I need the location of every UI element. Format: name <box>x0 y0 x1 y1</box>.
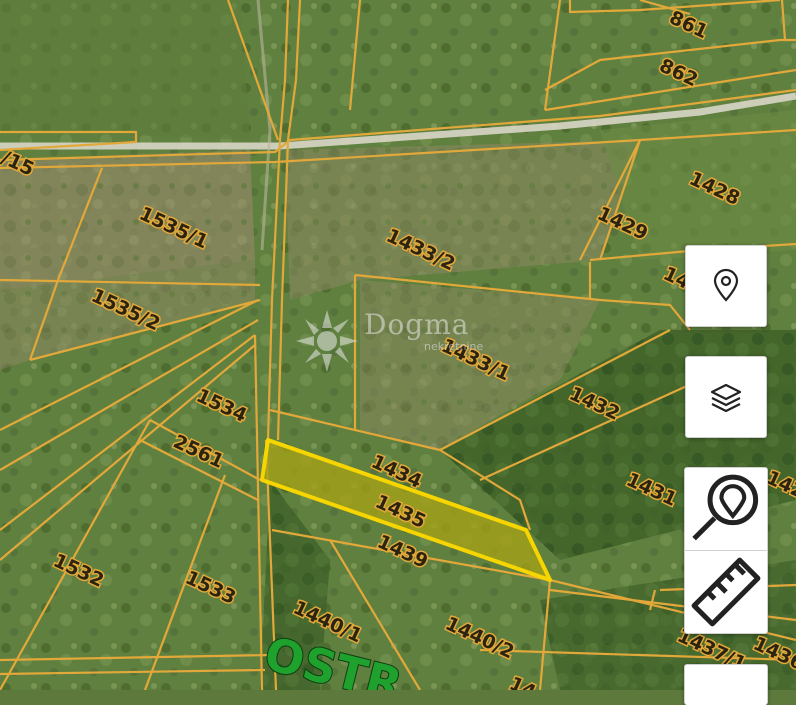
layers-button[interactable] <box>685 356 767 438</box>
dogma-logo-icon <box>296 310 358 372</box>
layers-icon <box>710 383 742 413</box>
location-pin-icon <box>713 268 739 302</box>
watermark-subtitle: nekretnine <box>424 340 484 353</box>
watermark: Dogma nekretnine <box>292 306 512 384</box>
measure-button[interactable] <box>685 551 767 633</box>
partial-control-button[interactable] <box>684 664 768 705</box>
ruler-icon <box>691 557 761 627</box>
watermark-name: Dogma <box>364 308 470 341</box>
tool-button-group <box>684 467 768 634</box>
location-pin-button[interactable] <box>685 245 767 327</box>
search-location-button[interactable] <box>685 468 767 550</box>
search-location-icon <box>692 474 759 541</box>
